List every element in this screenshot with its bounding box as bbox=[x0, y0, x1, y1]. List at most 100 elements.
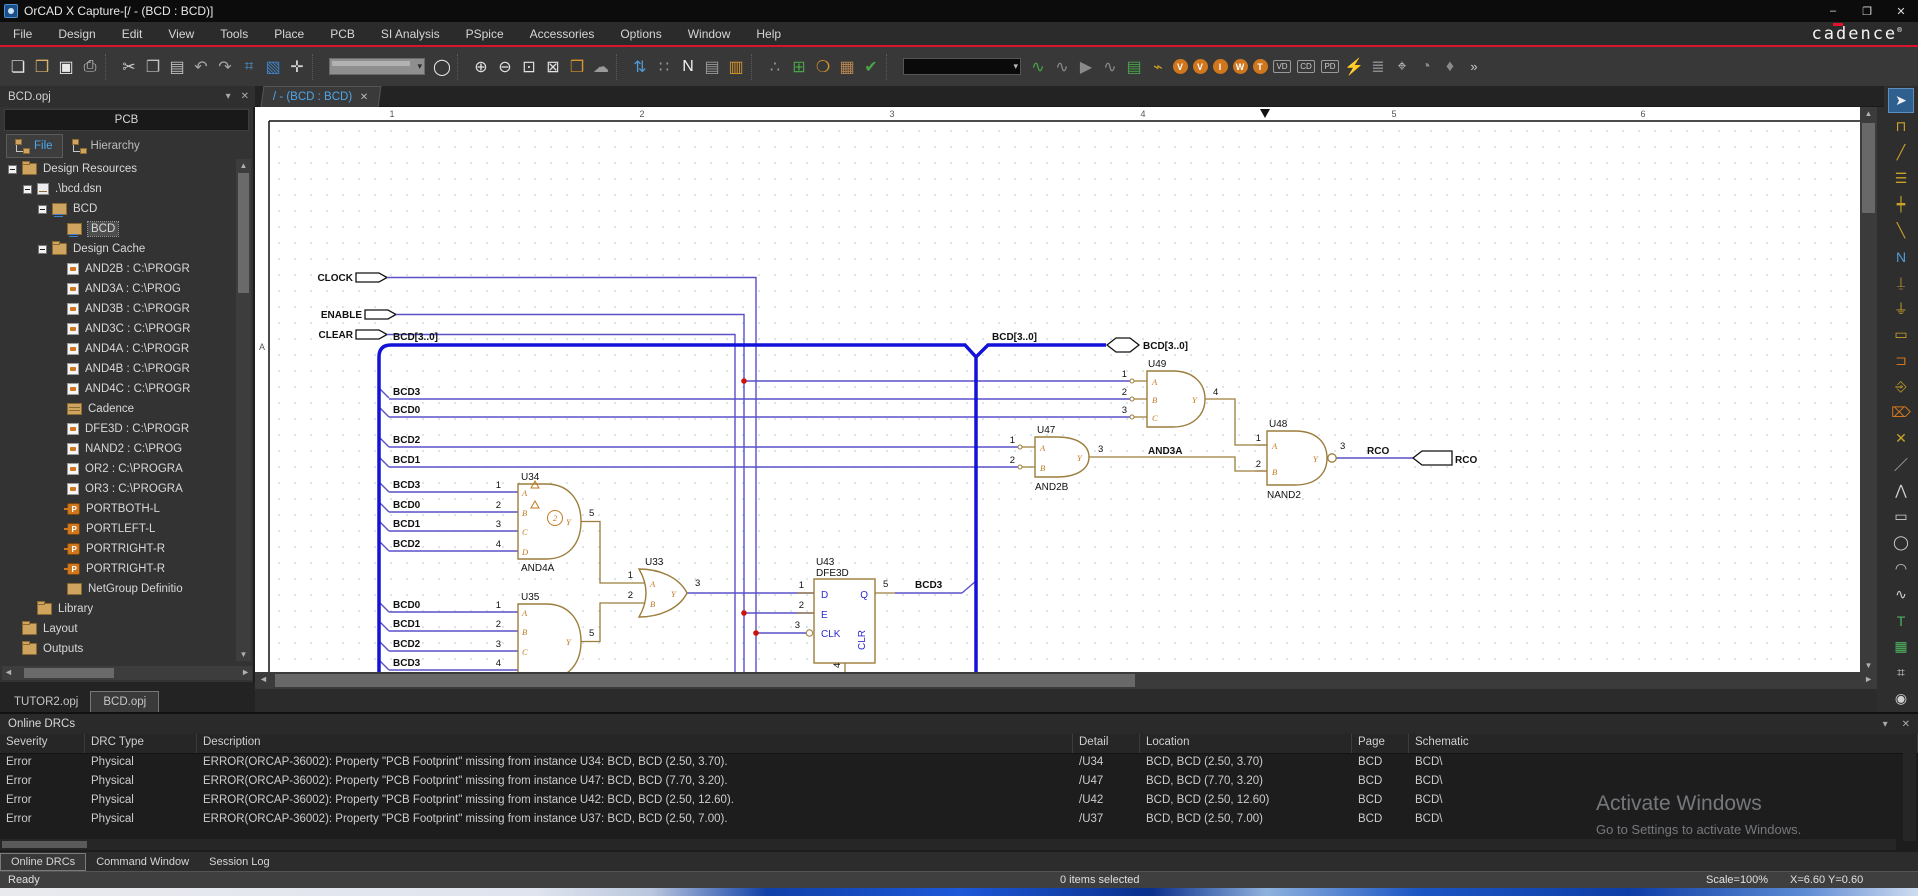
toolbar-icon[interactable]: T bbox=[1250, 54, 1270, 80]
draw-tool-icon[interactable]: ⍊ bbox=[1888, 270, 1914, 295]
menu-item[interactable]: Options bbox=[607, 22, 674, 45]
tree-item[interactable]: Design Resources bbox=[2, 159, 234, 179]
toolbar-icon[interactable]: ▤ bbox=[1122, 54, 1146, 80]
toolbar-icon[interactable]: ∷ bbox=[652, 54, 676, 80]
draw-tool-icon[interactable]: ╲ bbox=[1888, 218, 1914, 243]
close-button[interactable]: ✕ bbox=[1884, 0, 1918, 22]
toolbar-icon[interactable]: V bbox=[1170, 54, 1190, 80]
tree-item[interactable]: AND3A : C:\PROG bbox=[2, 279, 234, 299]
draw-tool-icon[interactable]: ▭ bbox=[1888, 504, 1914, 529]
menu-item[interactable]: View bbox=[155, 22, 207, 45]
toolbar-icon[interactable]: ❒ bbox=[565, 54, 589, 80]
tree-item[interactable]: DFE3D : C:\PROGR bbox=[2, 419, 234, 439]
tree-item[interactable]: PORTBOTH-L bbox=[2, 499, 234, 519]
canvas-scroll-up-icon[interactable]: ▲ bbox=[1860, 107, 1877, 120]
toolbar-icon[interactable]: W bbox=[1230, 54, 1250, 80]
draw-tool-icon[interactable]: ∿ bbox=[1888, 582, 1914, 607]
toolbar-icon[interactable]: ⎙ bbox=[78, 54, 102, 80]
toolbar-icon[interactable]: VD bbox=[1270, 54, 1294, 80]
canvas-scroll-right-icon[interactable]: ► bbox=[1864, 674, 1873, 684]
toolbar-icon[interactable]: ∿ bbox=[1026, 54, 1050, 80]
draw-tool-icon[interactable]: T bbox=[1888, 608, 1914, 633]
drc-column-headers[interactable]: Severity DRC Type Description Detail Loc… bbox=[0, 734, 1918, 754]
tree-item[interactable]: NAND2 : C:\PROG bbox=[2, 439, 234, 459]
tree-item[interactable]: AND3C : C:\PROGR bbox=[2, 319, 234, 339]
toolbar-icon[interactable] bbox=[105, 53, 114, 80]
toolbar-icon[interactable]: V bbox=[1190, 54, 1210, 80]
canvas-hscroll-thumb[interactable] bbox=[275, 674, 1135, 687]
draw-tool-icon[interactable]: ⌗ bbox=[1888, 660, 1914, 685]
toolbar-icon[interactable]: ▥ bbox=[724, 54, 748, 80]
menu-item[interactable]: Window bbox=[675, 22, 744, 45]
toolbar-icon[interactable]: ✔ bbox=[859, 54, 883, 80]
toolbar-icon[interactable]: ↶ bbox=[189, 54, 213, 80]
toolbar-icon[interactable] bbox=[903, 58, 1021, 75]
tree-item[interactable]: Cadence bbox=[2, 399, 234, 419]
draw-tool-icon[interactable]: ✕ bbox=[1888, 426, 1914, 451]
menu-item[interactable]: Tools bbox=[207, 22, 261, 45]
draw-tool-icon[interactable]: ╱ bbox=[1888, 140, 1914, 165]
project-file-tab[interactable]: BCD.opj bbox=[90, 691, 160, 712]
toolbar-icon[interactable]: ⌗ bbox=[237, 54, 261, 80]
toolbar-icon[interactable]: I bbox=[1210, 54, 1230, 80]
output-panel-tab[interactable]: Session Log bbox=[199, 854, 280, 870]
canvas-scroll-left-icon[interactable]: ◄ bbox=[259, 674, 268, 684]
tree-item[interactable]: Design Cache bbox=[2, 239, 234, 259]
toolbar-icon[interactable]: ⇅ bbox=[628, 54, 652, 80]
toolbar-icon[interactable]: ▦ bbox=[835, 54, 859, 80]
drc-error-row[interactable]: Error Physical ERROR(ORCAP-36002): Prope… bbox=[0, 811, 1918, 830]
draw-tool-icon[interactable]: N bbox=[1888, 244, 1914, 269]
toolbar-icon[interactable]: ⌁ bbox=[1146, 54, 1170, 80]
toolbar-icon[interactable] bbox=[616, 53, 625, 80]
tree-horizontal-scrollbar[interactable]: ◄ ► bbox=[2, 666, 252, 680]
panel-close-icon[interactable]: ✕ bbox=[241, 91, 249, 102]
minimize-button[interactable]: – bbox=[1816, 0, 1850, 22]
toolbar-icon[interactable]: ▣ bbox=[54, 54, 78, 80]
panel-tab[interactable]: File bbox=[6, 134, 63, 158]
draw-tool-icon[interactable]: ⌦ bbox=[1888, 400, 1914, 425]
toolbar-icon[interactable]: ❏ bbox=[6, 54, 30, 80]
clock-port[interactable] bbox=[355, 272, 389, 283]
menu-item[interactable]: Help bbox=[743, 22, 794, 45]
draw-tool-icon[interactable]: ◉ bbox=[1888, 686, 1914, 711]
tree-item[interactable]: AND2B : C:\PROGR bbox=[2, 259, 234, 279]
drc-vertical-scrollbar[interactable] bbox=[1903, 734, 1916, 841]
drc-collapse-icon[interactable]: ▾ bbox=[1883, 719, 1888, 730]
draw-tool-icon[interactable]: ▦ bbox=[1888, 634, 1914, 659]
draw-tool-icon[interactable]: ◠ bbox=[1888, 556, 1914, 581]
toolbar-icon[interactable]: ∴ bbox=[763, 54, 787, 80]
drc-close-icon[interactable]: ✕ bbox=[1902, 719, 1910, 730]
toolbar-icon[interactable]: ≣ bbox=[1366, 54, 1390, 80]
toolbar-icon[interactable]: ∿ bbox=[1098, 54, 1122, 80]
menu-item[interactable]: Accessories bbox=[517, 22, 608, 45]
project-file-tab[interactable]: TUTOR2.opj bbox=[2, 692, 90, 712]
toolbar-icon[interactable]: » bbox=[1462, 54, 1486, 80]
scroll-down-icon[interactable]: ▼ bbox=[236, 648, 251, 661]
drc-error-row[interactable]: Error Physical ERROR(ORCAP-36002): Prope… bbox=[0, 754, 1918, 773]
tree-vertical-scrollbar[interactable]: ▲ ▼ bbox=[236, 159, 251, 661]
output-panel-tab[interactable]: Command Window bbox=[86, 854, 199, 870]
toolbar-icon[interactable]: ❍ bbox=[811, 54, 835, 80]
clear-port[interactable] bbox=[355, 329, 389, 340]
tree-vscroll-thumb[interactable] bbox=[238, 173, 249, 293]
tree-item[interactable]: AND4C : C:\PROGR bbox=[2, 379, 234, 399]
tree-item[interactable]: BCD bbox=[2, 199, 234, 219]
menu-item[interactable]: Design bbox=[45, 22, 108, 45]
tree-item[interactable]: AND3B : C:\PROGR bbox=[2, 299, 234, 319]
menu-item[interactable]: File bbox=[0, 22, 45, 45]
canvas-vertical-scrollbar[interactable]: ▲ ▼ bbox=[1860, 107, 1877, 672]
draw-tool-icon[interactable]: ▭ bbox=[1888, 322, 1914, 347]
toolbar-icon[interactable]: ✂ bbox=[117, 54, 141, 80]
tree-expander-icon[interactable] bbox=[23, 184, 32, 194]
toolbar-icon[interactable] bbox=[886, 53, 895, 80]
toolbar-icon[interactable]: ☁ bbox=[589, 54, 613, 80]
tree-item[interactable]: .\bcd.dsn bbox=[2, 179, 234, 199]
tree-expander-icon[interactable] bbox=[38, 244, 47, 254]
toolbar-icon[interactable]: ▧ bbox=[261, 54, 285, 80]
drc-error-row[interactable]: Error Physical ERROR(ORCAP-36002): Prope… bbox=[0, 773, 1918, 792]
menu-item[interactable]: Edit bbox=[109, 22, 156, 45]
toolbar-icon[interactable]: ⊠ bbox=[541, 54, 565, 80]
toolbar-icon[interactable]: ✛ bbox=[285, 54, 309, 80]
toolbar-icon[interactable]: ∿ bbox=[1050, 54, 1074, 80]
draw-tool-icon[interactable]: ／ bbox=[1888, 452, 1914, 477]
